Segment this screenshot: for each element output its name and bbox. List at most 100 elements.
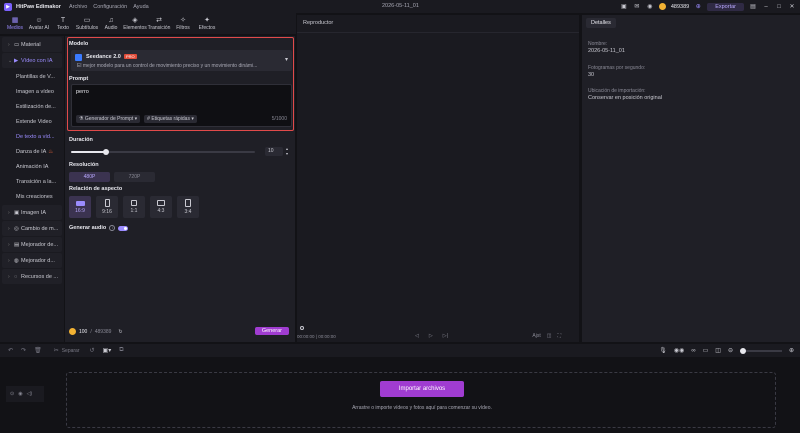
track-audio-icon[interactable]: ◁) bbox=[27, 391, 33, 397]
zoom-slider[interactable] bbox=[739, 347, 782, 354]
refresh-icon[interactable]: ↻ bbox=[118, 329, 122, 335]
tab-details[interactable]: Detalles bbox=[586, 18, 616, 28]
portrait-3-4-icon bbox=[185, 199, 191, 207]
gift-icon[interactable]: ✉ bbox=[633, 3, 641, 11]
duration-slider[interactable] bbox=[71, 149, 255, 155]
track-visibility-icon[interactable]: ◉ bbox=[18, 391, 22, 397]
menu-configuracion[interactable]: Configuración bbox=[93, 4, 127, 10]
media-drop-zone[interactable]: Importar archivos Arrastre o importe víd… bbox=[66, 372, 776, 428]
aspect-9-16[interactable]: 9:16 bbox=[96, 196, 118, 218]
sidebar-item-imagen-video[interactable]: Imagen a vídeo bbox=[0, 84, 64, 99]
sidebar-item-transicion[interactable]: Transición a la... bbox=[0, 174, 64, 189]
quick-tags-dropdown[interactable]: # Etiquetas rápidas ▾ bbox=[144, 115, 197, 123]
snapshot-icon[interactable]: ◫ bbox=[547, 333, 552, 339]
delete-icon[interactable]: 🗑 bbox=[34, 347, 42, 354]
duration-slider-handle[interactable] bbox=[102, 149, 109, 155]
menu-ayuda[interactable]: Ayuda bbox=[133, 4, 149, 10]
tool-texto[interactable]: T Texto bbox=[52, 13, 74, 34]
duration-stepper[interactable]: ▴ ▾ bbox=[284, 146, 290, 156]
model-name: Seedance 2.0 bbox=[86, 54, 121, 60]
sidebar-item-cambio[interactable]: › ◎ Cambio de m... bbox=[2, 221, 62, 236]
sidebar-item-texto-video[interactable]: De texto a víd... bbox=[0, 129, 64, 144]
aspect-1-1[interactable]: 1:1 bbox=[123, 196, 145, 218]
split-label[interactable]: Separar bbox=[62, 348, 80, 354]
sidebar-item-extende-video[interactable]: Extende Video bbox=[0, 114, 64, 129]
aspect-16-9[interactable]: 16:9 bbox=[69, 196, 91, 218]
tool-filtros[interactable]: ✧ Filtros bbox=[172, 13, 194, 34]
copy-icon[interactable]: ⧉ bbox=[119, 347, 123, 354]
add-credits-icon[interactable]: ⊕ bbox=[694, 3, 702, 11]
tool-subtitulos[interactable]: ▭ Subtítulos bbox=[76, 13, 98, 34]
tool-avatar-ai[interactable]: ☺ Avatar AI bbox=[28, 13, 50, 34]
text-to-video-panel: Modelo Seedance 2.0 PRO El mejor modelo … bbox=[65, 36, 295, 342]
split-icon[interactable]: ✂ bbox=[54, 347, 59, 354]
zoom-out-icon[interactable]: ⊖ bbox=[728, 347, 733, 354]
info-icon[interactable]: i bbox=[109, 225, 116, 231]
sidebar-item-animacion-ia[interactable]: Animación IA bbox=[0, 159, 64, 174]
subtitle-track-icon[interactable]: ▭ bbox=[703, 347, 709, 354]
prompt-label: Prompt bbox=[69, 76, 89, 82]
sidebar-item-mis-creaciones[interactable]: Mis creaciones bbox=[0, 189, 64, 204]
tool-transicion[interactable]: ⇄ Transición bbox=[148, 13, 171, 34]
generate-audio-toggle[interactable] bbox=[118, 225, 129, 231]
playhead-handle[interactable] bbox=[300, 326, 304, 330]
track-lock-icon[interactable]: ⊙ bbox=[10, 391, 14, 397]
sidebar-item-danza-ia[interactable]: Danza de IA ♨ bbox=[0, 144, 64, 159]
model-selector[interactable]: Seedance 2.0 PRO El mejor modelo para un… bbox=[71, 50, 292, 71]
prev-frame-icon[interactable]: ◁ bbox=[415, 333, 419, 339]
fullscreen-icon[interactable]: ⛶ bbox=[557, 333, 561, 339]
tool-efectos[interactable]: ✦ Efectos bbox=[196, 13, 218, 34]
layout-icon[interactable]: ▤ bbox=[749, 3, 757, 11]
prompt-generator-dropdown[interactable]: ⚗ Generador de Prompt ▾ bbox=[76, 115, 141, 123]
zoom-handle[interactable] bbox=[739, 347, 746, 354]
zoom-in-icon[interactable]: ⊕ bbox=[789, 347, 794, 354]
resolution-720p[interactable]: 720P bbox=[114, 172, 155, 182]
crop-icon[interactable]: ▣▾ bbox=[103, 347, 112, 354]
profile-icon[interactable]: ◉ bbox=[646, 3, 654, 11]
undo-edit-icon[interactable]: ↺ bbox=[90, 347, 95, 354]
duration-input[interactable]: 10 bbox=[265, 147, 283, 156]
effects-icon: ✦ bbox=[204, 16, 210, 24]
import-files-button[interactable]: Importar archivos bbox=[380, 381, 464, 397]
aspect-4-3[interactable]: 4:3 bbox=[150, 196, 172, 218]
menu-archivo[interactable]: Archivo bbox=[69, 4, 87, 10]
sidebar-item-video-ia[interactable]: ⌄ ▶ Vídeo con IA bbox=[2, 53, 62, 68]
media-icon: ▦ bbox=[11, 16, 19, 24]
play-icon[interactable]: ▷ bbox=[429, 333, 433, 339]
tool-elementos[interactable]: ◈ Elementos bbox=[123, 13, 147, 34]
sidebar-item-recursos[interactable]: › ◌ Recursos de ... bbox=[2, 269, 62, 284]
close-icon[interactable]: ✕ bbox=[788, 3, 796, 11]
microphone-icon[interactable]: 🎙 bbox=[659, 347, 667, 354]
undo-icon[interactable]: ↶ bbox=[8, 347, 13, 354]
resources-icon: ◌ bbox=[14, 273, 18, 280]
fps-label: Fotogramas por segundo: bbox=[588, 65, 646, 71]
generate-button[interactable]: Generar bbox=[254, 327, 289, 335]
tool-audio[interactable]: ♫ Audio bbox=[100, 13, 122, 34]
redo-icon[interactable]: ↷ bbox=[21, 347, 26, 354]
export-button[interactable]: Exportar bbox=[707, 2, 744, 11]
sidebar-item-imagen-ia[interactable]: › ▣ Imagen IA bbox=[2, 205, 62, 220]
split-screen-icon[interactable]: ◫ bbox=[715, 347, 721, 354]
aspect-3-4[interactable]: 3:4 bbox=[177, 196, 199, 218]
sidebar-item-material[interactable]: › ▭ Material bbox=[2, 37, 62, 52]
maximize-icon[interactable]: □ bbox=[775, 3, 783, 11]
sidebar-item-estilizacion[interactable]: Estilización de... bbox=[0, 99, 64, 114]
tool-medios[interactable]: ▦ Medios bbox=[4, 13, 26, 34]
subtitles-icon: ▭ bbox=[83, 16, 91, 24]
minimize-icon[interactable]: – bbox=[762, 3, 770, 11]
coin-icon bbox=[69, 328, 76, 335]
pro-badge: PRO bbox=[124, 54, 137, 59]
sidebar-item-plantillas[interactable]: Plantillas de V... bbox=[0, 69, 64, 84]
prompt-input[interactable]: perro ⚗ Generador de Prompt ▾ # Etiqueta… bbox=[71, 84, 292, 127]
resolution-label: Resolución bbox=[69, 162, 99, 168]
link-icon[interactable]: ∞ bbox=[691, 348, 695, 354]
cost-value: 100 bbox=[79, 328, 88, 335]
sidebar-item-mejorador-1[interactable]: › ▤ Mejorador de... bbox=[2, 237, 62, 252]
next-frame-icon[interactable]: ▷| bbox=[443, 333, 448, 339]
magnet-icon[interactable]: ◉◉ bbox=[674, 347, 684, 354]
fit-dropdown[interactable]: Ajst bbox=[532, 333, 540, 339]
resolution-480p[interactable]: 480P bbox=[69, 172, 110, 182]
sidebar-item-mejorador-2[interactable]: › ◍ Mejorador d... bbox=[2, 253, 62, 268]
monitor-icon[interactable]: ▣ bbox=[620, 3, 628, 11]
model-logo-icon bbox=[75, 54, 82, 61]
